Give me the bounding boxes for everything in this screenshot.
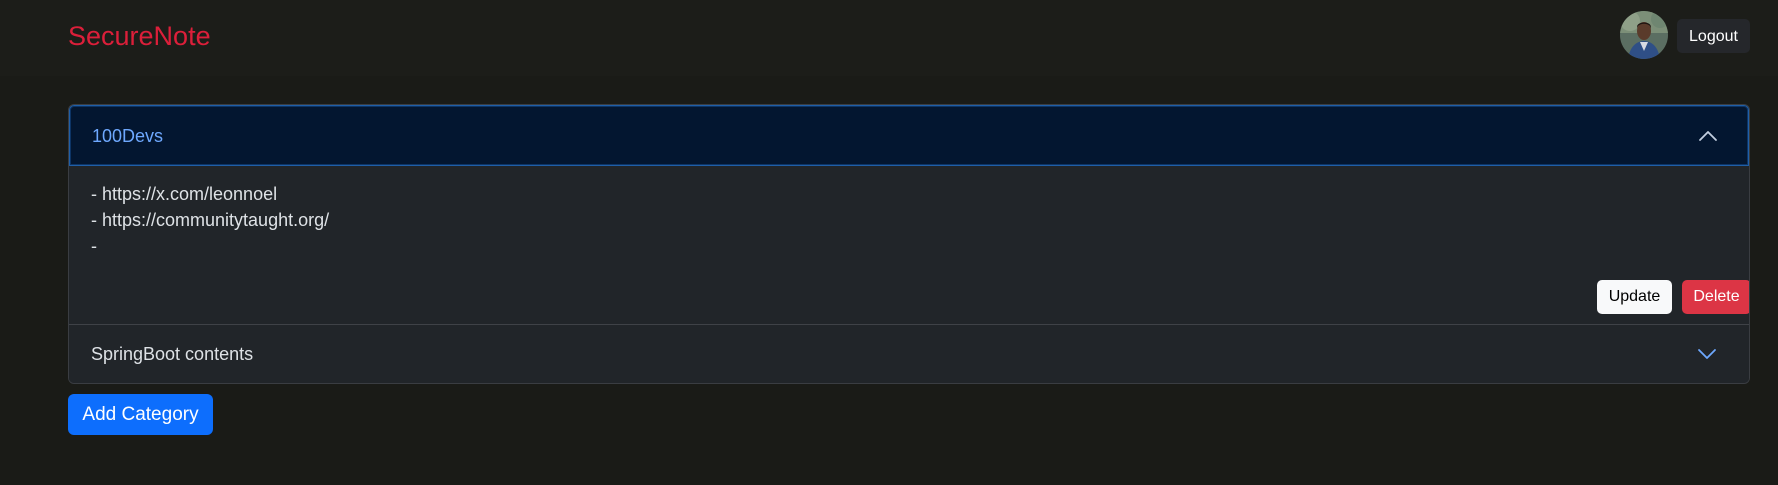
logout-button[interactable]: Logout <box>1677 19 1750 53</box>
note-line: - https://x.com/leonnoel <box>91 184 278 204</box>
chevron-up-icon <box>1699 131 1717 141</box>
accordion-header-100devs[interactable]: 100Devs <box>69 105 1749 166</box>
note-line: - https://communitytaught.org/ <box>91 210 330 230</box>
delete-button[interactable]: Delete <box>1682 280 1749 314</box>
category-accordion: 100Devs - https://x.com/leonnoel - https… <box>68 104 1750 384</box>
chevron-down-icon <box>1698 349 1716 359</box>
update-button[interactable]: Update <box>1597 280 1672 314</box>
accordion-body-100devs: - https://x.com/leonnoel - https://commu… <box>69 166 1749 325</box>
category-title: 100Devs <box>92 126 164 146</box>
user-avatar[interactable] <box>1620 11 1668 59</box>
category-title: SpringBoot contents <box>91 344 254 364</box>
navbar: SecureNote Logout <box>0 0 1778 76</box>
add-category-button[interactable]: Add Category <box>68 394 213 435</box>
note-line: - <box>91 236 97 256</box>
accordion-header-springboot[interactable]: SpringBoot contents <box>69 325 1749 383</box>
avatar-icon <box>1620 11 1668 59</box>
brand-logo-text[interactable]: SecureNote <box>68 18 211 54</box>
